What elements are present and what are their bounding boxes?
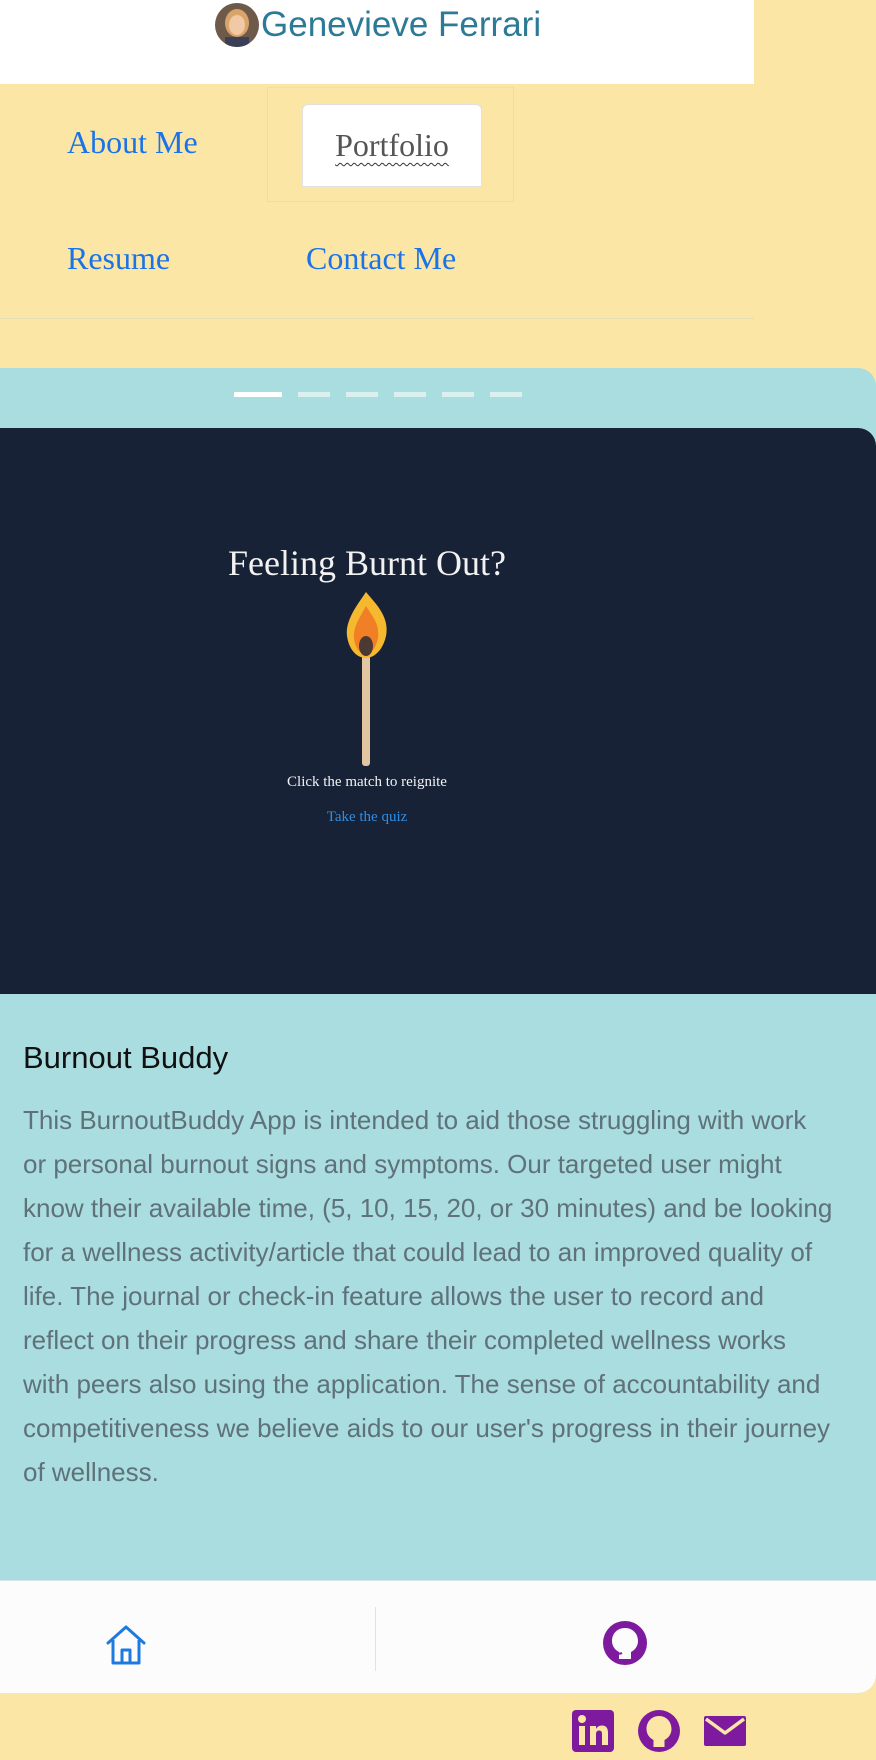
footer-divider [375, 1607, 376, 1671]
site-header: Genevieve Ferrari [0, 0, 754, 84]
nav-resume[interactable]: Resume [67, 240, 170, 277]
slide-caption: Click the match to reignite [287, 774, 447, 790]
carousel-indicator-2[interactable] [298, 392, 330, 397]
carousel-indicator-5[interactable] [442, 392, 474, 397]
email-icon[interactable] [702, 1708, 748, 1754]
project-title: Burnout Buddy [23, 1040, 229, 1075]
github-icon[interactable] [601, 1619, 649, 1667]
social-links [570, 1708, 748, 1754]
card-body: Burnout Buddy This BurnoutBuddy App is i… [23, 1040, 833, 1494]
match-flame-icon[interactable] [344, 592, 388, 768]
carousel-indicator-3[interactable] [346, 392, 378, 397]
take-quiz-link[interactable]: Take the quiz [0, 809, 734, 826]
project-description: This BurnoutBuddy App is intended to aid… [23, 1105, 833, 1487]
main-nav: About Me Portfolio Resume Contact Me [0, 84, 754, 319]
carousel-indicator-1[interactable] [234, 392, 282, 397]
carousel-indicator-6[interactable] [490, 392, 522, 397]
carousel-slide: Feeling Burnt Out? Click the match to re… [0, 428, 876, 994]
home-icon[interactable] [102, 1621, 150, 1669]
github-icon[interactable] [636, 1708, 682, 1754]
nav-about-me[interactable]: About Me [67, 124, 198, 161]
nav-portfolio[interactable]: Portfolio [302, 104, 482, 187]
carousel-indicator-4[interactable] [394, 392, 426, 397]
project-card: Feeling Burnt Out? Click the match to re… [0, 368, 876, 1693]
brand-name: Genevieve Ferrari [261, 5, 542, 44]
linkedin-icon[interactable] [570, 1708, 616, 1754]
card-footer [0, 1580, 876, 1693]
nav-contact-me[interactable]: Contact Me [306, 240, 456, 277]
avatar [215, 3, 259, 47]
brand[interactable]: Genevieve Ferrari [215, 2, 541, 48]
slide-title: Feeling Burnt Out? [228, 543, 506, 583]
carousel-indicators [234, 392, 522, 397]
